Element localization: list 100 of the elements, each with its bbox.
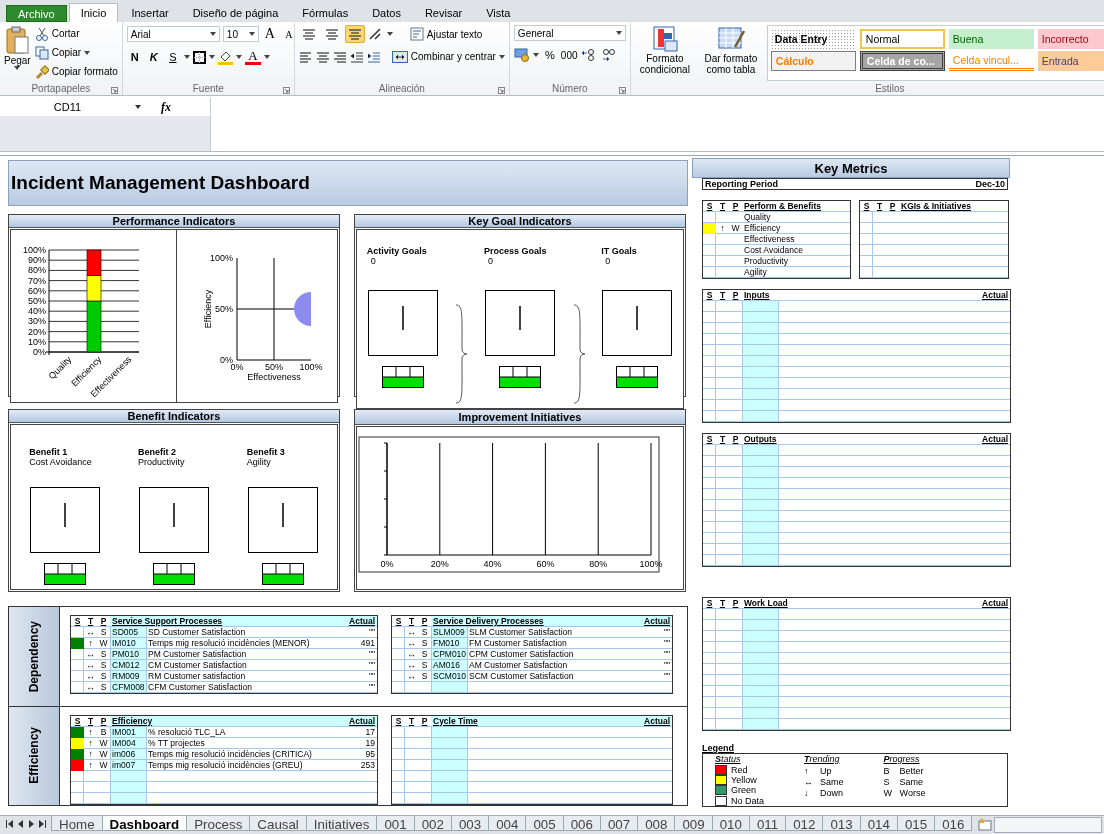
sheet-tab[interactable]: 004 xyxy=(488,816,527,831)
status-indicator-drawing xyxy=(499,366,541,388)
sheet-tab[interactable]: Causal xyxy=(249,816,307,831)
paste-button[interactable]: Pegar xyxy=(4,25,31,81)
tick-label: 40% xyxy=(28,306,46,317)
ribbon-tab[interactable]: Diseño de página xyxy=(181,5,290,22)
benefit-label: Benefit 2 xyxy=(138,447,176,457)
gauge-drawing xyxy=(30,487,101,553)
metric-name-cell-text: % TT projectes xyxy=(147,737,206,749)
cell-style-swatch[interactable]: Entrada xyxy=(1037,51,1104,71)
cut-button[interactable]: Cortar xyxy=(34,25,118,42)
vertical-align-button[interactable] xyxy=(344,25,365,43)
column-header: T xyxy=(716,598,729,609)
merge-center-button[interactable]: Combinar y centrar xyxy=(391,48,505,65)
metric-name-cell-text: SLM Customer Satisfaction xyxy=(468,627,573,638)
ribbon-tab[interactable]: Datos xyxy=(361,5,412,22)
dashboard-title: Incident Management Dashboard xyxy=(8,160,688,206)
legend-label: No Data xyxy=(731,795,765,806)
caret-icon xyxy=(498,54,505,59)
column-header: S xyxy=(392,616,405,627)
format-painter-button[interactable]: Copiar formato xyxy=(34,63,118,80)
actual-cell-text: "" xyxy=(662,638,671,649)
horizontal-scrollbar[interactable] xyxy=(994,817,1102,833)
sheet-tab[interactable]: 002 xyxy=(413,816,452,831)
ribbon-tab[interactable]: Archivo xyxy=(6,5,67,22)
copy-button[interactable]: Copiar xyxy=(34,44,118,61)
wrap-text-button[interactable]: Ajustar texto xyxy=(409,25,483,43)
progress-cell-text: S xyxy=(420,660,429,671)
text-orientation-icon xyxy=(367,27,384,41)
cell-style-swatch[interactable]: Data Entry xyxy=(770,29,856,49)
font-color-button[interactable]: A xyxy=(244,49,261,65)
insert-function-button[interactable]: fx xyxy=(161,99,171,115)
font-size-field[interactable]: 10 xyxy=(222,26,259,42)
actual-cell-text: "" xyxy=(367,671,376,682)
legend-title: Legend xyxy=(702,743,735,753)
italic-button[interactable]: K xyxy=(145,48,162,66)
column-header: Actual xyxy=(638,616,672,627)
thousands-button[interactable]: 000 xyxy=(560,46,578,64)
sheet-tab[interactable]: 013 xyxy=(822,816,861,831)
scissors-icon xyxy=(34,26,49,41)
cell-style-swatch[interactable]: Normal xyxy=(859,29,945,49)
grow-font-button[interactable]: A xyxy=(261,25,278,43)
goal-value: 0 xyxy=(488,256,493,266)
underline-button[interactable]: S xyxy=(164,48,181,66)
column-header: P xyxy=(97,715,110,727)
conditional-format-button[interactable]: Formato condicional xyxy=(634,25,695,81)
panel-title: Benefit Indicators xyxy=(9,410,339,423)
metric-name-cell-text: Temps mig resolució incidències (MENOR) xyxy=(147,638,311,649)
trend-cell-text: ↔ xyxy=(406,649,417,660)
gauge-drawing xyxy=(139,487,209,553)
shrink-font-button[interactable]: A xyxy=(280,25,297,43)
sheet-tab[interactable]: Home xyxy=(51,816,103,831)
tick-label: 100% xyxy=(299,362,323,372)
tick-label: 30% xyxy=(28,316,46,327)
sheet-tab[interactable]: 008 xyxy=(637,816,676,831)
sheet-tab[interactable]: Dashboard xyxy=(101,816,188,831)
font-family-field[interactable]: Arial xyxy=(126,26,220,42)
actual-cell-text: "" xyxy=(662,627,671,638)
sheet-tab[interactable]: 006 xyxy=(562,816,601,831)
trend-cell-text: ↔ xyxy=(406,671,417,682)
actual-cell-text: 17 xyxy=(364,726,376,738)
metric-name-cell-text: PM Customer Satisfaction xyxy=(147,649,248,660)
ribbon-tab[interactable]: Inicio xyxy=(68,3,119,22)
ribbon-tab[interactable]: Revisar xyxy=(413,5,474,22)
bold-button[interactable]: N xyxy=(126,48,143,66)
currency-icon xyxy=(513,48,530,62)
code-cell-text: IM010 xyxy=(111,638,137,649)
sheet-tab[interactable]: 009 xyxy=(674,816,713,831)
progress-cell-text: S xyxy=(99,671,108,682)
ribbon-tab[interactable]: Vista xyxy=(475,5,522,22)
metric-name-cell-text: Efficiency xyxy=(743,223,782,234)
column-header: S xyxy=(860,201,873,212)
sheet-tab[interactable]: 014 xyxy=(859,816,898,831)
ribbon-tab[interactable]: Insertar xyxy=(120,5,180,22)
align-icon xyxy=(301,27,316,41)
format-as-table-button[interactable]: Dar formato como tabla xyxy=(700,25,761,81)
metric-name-cell-text: SD Customer Satisfaction xyxy=(147,627,247,638)
cell-style-swatch[interactable]: Incorrecto xyxy=(1037,29,1104,49)
clipboard-icon xyxy=(5,25,30,55)
sheet-tab[interactable]: 010 xyxy=(711,816,750,831)
tick-label: 100% xyxy=(209,253,233,263)
sheet-tab[interactable]: 012 xyxy=(785,816,824,831)
tick-label: 40% xyxy=(483,559,502,569)
sheet-tab[interactable]: 001 xyxy=(376,816,415,831)
trend-cell-text: ↑ xyxy=(87,748,94,760)
sheet-tab[interactable]: 016 xyxy=(934,816,973,831)
tick-label: 50% xyxy=(215,304,233,314)
status-indicator-drawing xyxy=(381,366,424,388)
ribbon-tab[interactable]: Fórmulas xyxy=(291,5,360,22)
percent-button[interactable]: % xyxy=(541,46,558,64)
sheet-tab[interactable]: 005 xyxy=(525,816,564,831)
caret-icon xyxy=(235,55,242,59)
cell-style-swatch[interactable]: Buena xyxy=(948,29,1034,49)
sheet-tab[interactable]: Process xyxy=(186,816,251,831)
sheet-tab[interactable]: Initiatives xyxy=(305,816,378,831)
number-format-field[interactable]: General xyxy=(513,25,626,41)
legend-label: Up xyxy=(820,765,832,776)
group-label: Estilos xyxy=(874,81,906,95)
sheet-tab[interactable]: 011 xyxy=(748,816,787,831)
trend-cell-text: ↔ xyxy=(406,638,417,649)
